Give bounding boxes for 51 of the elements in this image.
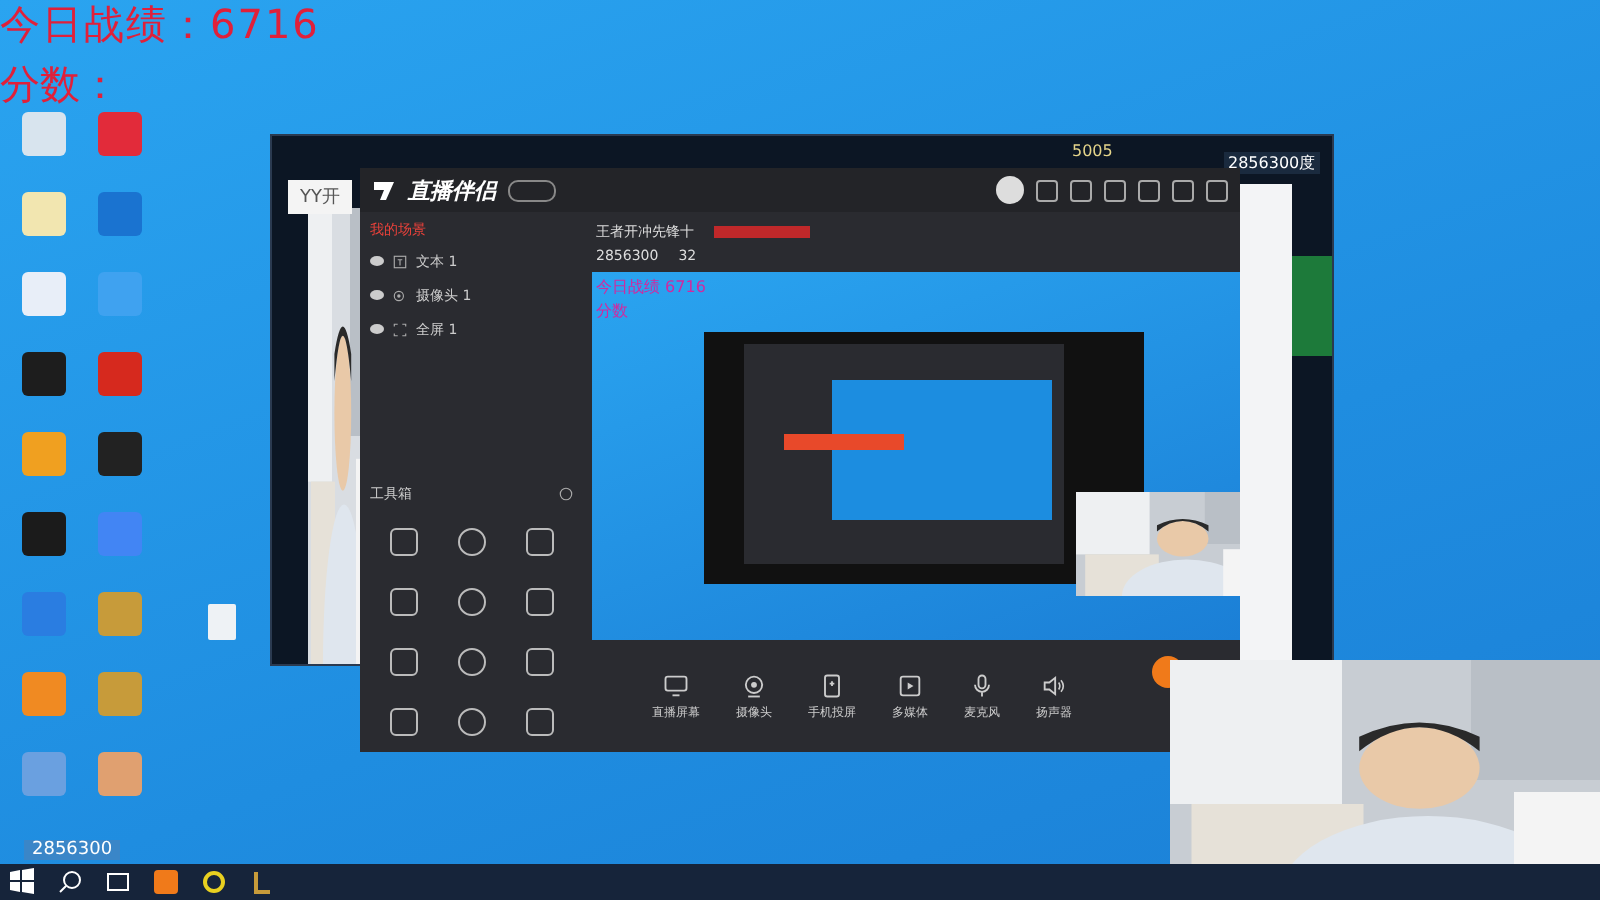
logo-icon [372,178,396,202]
score-text: 今日战绩 6716 [596,276,706,298]
tool-icon[interactable] [458,528,486,556]
toolbar-icon[interactable] [1138,179,1160,201]
alert-banner [714,225,810,237]
window-title: YY开 [288,180,352,214]
room-number: 2856300度 [1224,152,1320,174]
tool-icon[interactable] [458,588,486,616]
tool-icon[interactable] [526,648,554,676]
score-label: 分数： [0,62,120,106]
ring-icon[interactable] [200,868,228,896]
eye-icon[interactable] [370,290,384,300]
toolbar-icon[interactable] [1070,179,1092,201]
media-icon [896,671,924,699]
id-label: 2856300 [24,840,121,860]
score-label: 分数 [596,300,628,322]
tool-icon[interactable] [390,708,418,736]
coin-count: 5005 [1072,142,1113,160]
toolbar-icon[interactable] [1172,179,1194,201]
version-badge[interactable] [508,179,556,201]
camera-layer-icon [392,287,408,303]
toolbar-icon[interactable] [1206,179,1228,201]
app-title: 直播伴侣 [408,175,496,205]
tool-icon[interactable] [526,528,554,556]
screen-layer-icon [392,321,408,337]
search-icon[interactable] [56,868,84,896]
task-view-icon[interactable] [104,868,132,896]
game-taskbar-icon[interactable] [248,868,276,896]
mic-icon [968,671,996,699]
score-text: 今日战绩：6716 [0,2,320,46]
tool-icon[interactable] [526,588,554,616]
app-taskbar-icon[interactable] [152,868,180,896]
tool-icon[interactable] [458,708,486,736]
tool-icon[interactable] [390,528,418,556]
toolbar-icon[interactable] [1036,179,1058,201]
start-icon[interactable] [8,868,36,896]
text-layer-icon [392,253,408,269]
tool-icon[interactable] [390,588,418,616]
avatar-icon[interactable] [996,176,1024,204]
eye-icon[interactable] [370,256,384,266]
eye-icon[interactable] [370,324,384,334]
toolbar-icon[interactable] [1104,179,1126,201]
refresh-icon[interactable] [558,486,574,502]
speaker-icon [1040,671,1068,699]
screen-icon [662,671,690,699]
tool-icon[interactable] [390,648,418,676]
phone-icon [818,671,846,699]
tool-icon[interactable] [458,648,486,676]
camera-icon [740,671,768,699]
side-banner [1292,256,1332,356]
tool-icon[interactable] [526,708,554,736]
